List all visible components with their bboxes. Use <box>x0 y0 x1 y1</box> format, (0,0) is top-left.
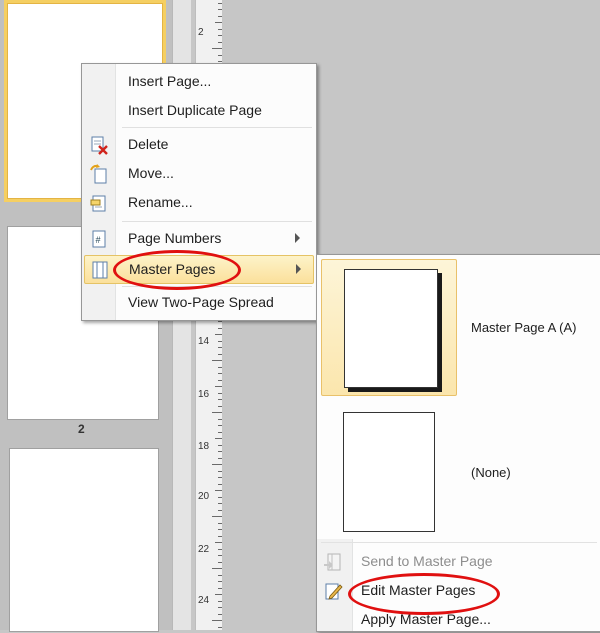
ruler-tick <box>215 490 222 491</box>
menu-item-page-numbers[interactable]: # Page Numbers <box>84 225 312 252</box>
menu-separator <box>122 286 312 287</box>
ruler-tick <box>215 22 222 23</box>
ruler-tick <box>212 464 222 465</box>
ruler-number: 14 <box>198 336 210 347</box>
ruler-tick <box>215 438 222 439</box>
master-page-a-preview <box>344 269 438 388</box>
ruler-number: 16 <box>198 389 210 400</box>
master-page-none-preview <box>343 412 435 532</box>
ruler-number: 18 <box>198 441 210 452</box>
menu-item-label: View Two-Page Spread <box>128 294 274 310</box>
menu-item-insert-page[interactable]: Insert Page... <box>84 68 312 95</box>
master-page-none-label[interactable]: (None) <box>471 465 511 480</box>
rename-page-icon <box>89 193 109 213</box>
edit-master-icon <box>323 581 343 601</box>
ruler-tick <box>212 412 222 413</box>
ruler-tick <box>212 516 222 517</box>
master-pages-icon <box>90 260 110 280</box>
menu-item-edit-master-pages[interactable]: Edit Master Pages <box>317 577 597 604</box>
menu-separator <box>122 221 312 222</box>
menu-item-apply-master-page[interactable]: Apply Master Page... <box>317 606 597 633</box>
menu-item-label: Insert Duplicate Page <box>128 102 262 118</box>
menu-item-label: Delete <box>128 136 169 152</box>
svg-text:#: # <box>96 235 101 245</box>
move-page-icon <box>89 164 109 184</box>
delete-page-icon <box>89 135 109 155</box>
menu-separator <box>122 127 312 128</box>
submenu-arrow-icon <box>296 264 301 274</box>
menu-item-label: Insert Page... <box>128 73 212 89</box>
menu-item-label: Send to Master Page <box>361 553 493 569</box>
ruler-tick <box>215 334 222 335</box>
menu-item-label: Rename... <box>128 194 193 210</box>
menu-item-rename[interactable]: Rename... <box>84 189 312 216</box>
ruler-tick <box>215 594 222 595</box>
master-page-a-label[interactable]: Master Page A (A) <box>471 320 577 335</box>
menu-item-view-two-page-spread[interactable]: View Two-Page Spread <box>84 289 312 316</box>
master-pages-submenu: Master Page A (A) (None) Send to Master … <box>316 254 600 632</box>
ruler-tick <box>212 568 222 569</box>
menu-item-label: Move... <box>128 165 174 181</box>
ruler-tick <box>212 48 222 49</box>
menu-item-move[interactable]: Move... <box>84 160 312 187</box>
menu-separator <box>321 542 597 543</box>
menu-item-label: Page Numbers <box>128 230 222 246</box>
menu-item-master-pages[interactable]: Master Pages <box>84 255 314 284</box>
menu-item-label: Apply Master Page... <box>361 611 491 627</box>
submenu-arrow-icon <box>295 233 300 243</box>
ruler-number: 20 <box>198 491 210 502</box>
page-thumbnail-3[interactable] <box>9 448 159 632</box>
ruler-number: 24 <box>198 595 210 606</box>
ruler-tick <box>215 386 222 387</box>
ruler-number: 22 <box>198 544 210 555</box>
ruler-tick <box>212 360 222 361</box>
send-to-master-icon <box>323 552 343 572</box>
menu-item-insert-duplicate-page[interactable]: Insert Duplicate Page <box>84 97 312 124</box>
ruler-tick <box>212 620 222 621</box>
page-number-label-2: 2 <box>78 422 85 436</box>
page-context-menu: Insert Page... Insert Duplicate Page Del… <box>81 63 317 321</box>
ruler-number: 2 <box>198 27 204 38</box>
ruler-tick <box>215 542 222 543</box>
menu-item-label: Edit Master Pages <box>361 582 476 598</box>
menu-item-send-to-master-page: Send to Master Page <box>317 548 597 575</box>
master-page-option-none[interactable] <box>321 403 455 538</box>
page-numbers-icon: # <box>89 229 109 249</box>
menu-item-delete[interactable]: Delete <box>84 131 312 158</box>
master-page-option-a[interactable] <box>321 259 457 396</box>
menu-item-label: Master Pages <box>129 261 216 277</box>
